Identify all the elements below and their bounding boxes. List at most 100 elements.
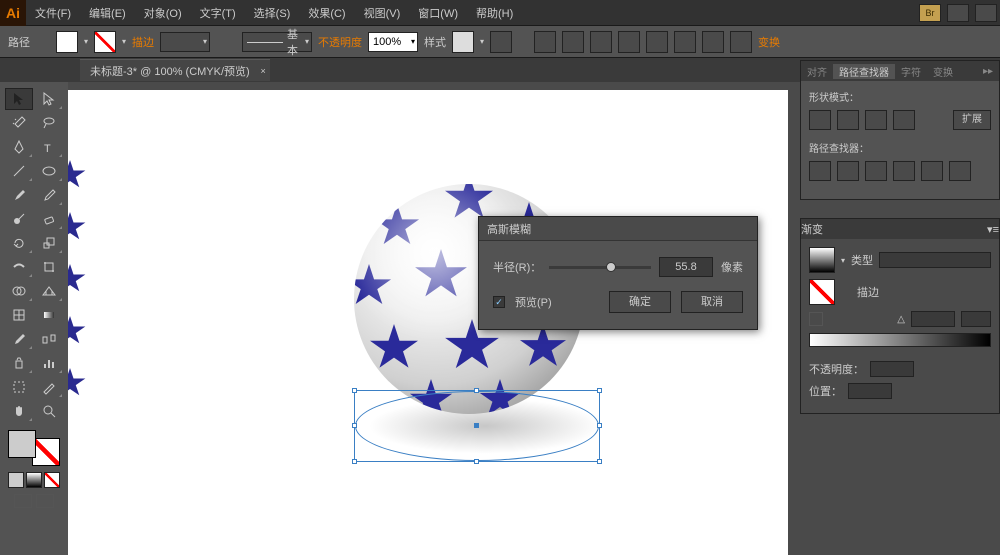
gradient-tool[interactable] [35, 304, 63, 326]
menu-type[interactable]: 文字(T) [191, 5, 245, 21]
tab-gradient[interactable]: 渐变 [801, 221, 823, 237]
zoom-tool[interactable] [35, 400, 63, 422]
pen-tool[interactable] [5, 136, 33, 158]
divide-icon[interactable] [809, 161, 831, 181]
hand-tool[interactable] [5, 400, 33, 422]
eraser-tool[interactable] [35, 208, 63, 230]
menu-effect[interactable]: 效果(C) [299, 5, 354, 21]
intersect-icon[interactable] [865, 110, 887, 130]
gradient-opacity-field[interactable] [870, 361, 914, 377]
aspect-field[interactable] [961, 311, 991, 327]
none-color-icon[interactable] [44, 472, 60, 488]
selection-tool[interactable] [5, 88, 33, 110]
tab-transform[interactable]: 变换 [927, 64, 959, 79]
menu-view[interactable]: 视图(V) [355, 5, 410, 21]
menu-window[interactable]: 窗口(W) [409, 5, 467, 21]
ok-button[interactable]: 确定 [609, 291, 671, 313]
panel-menu-icon[interactable]: ▾≡ [987, 223, 999, 236]
free-transform-tool[interactable] [35, 256, 63, 278]
minus-back-icon[interactable] [949, 161, 971, 181]
close-tab-icon[interactable]: × [260, 66, 265, 76]
align-btn-1[interactable] [534, 31, 556, 53]
graphic-style-swatch[interactable] [452, 31, 474, 53]
tab-pathfinder[interactable]: 路径查找器 [833, 64, 895, 79]
rotate-tool[interactable] [5, 232, 33, 254]
exclude-icon[interactable] [893, 110, 915, 130]
expand-button[interactable]: 扩展 [953, 110, 991, 130]
stroke-swatch[interactable] [94, 31, 116, 53]
gradient-icon[interactable] [26, 472, 42, 488]
fill-swatch[interactable] [56, 31, 78, 53]
blob-brush-tool[interactable] [5, 208, 33, 230]
align-btn-5[interactable] [646, 31, 668, 53]
align-btn-7[interactable] [702, 31, 724, 53]
selection-bounding-box[interactable] [354, 390, 600, 462]
radius-slider[interactable] [549, 266, 651, 269]
transform-link[interactable]: 变换 [758, 34, 780, 50]
pencil-tool[interactable] [35, 184, 63, 206]
artboard-tool[interactable] [5, 376, 33, 398]
reverse-gradient-icon[interactable] [809, 312, 823, 326]
line-tool[interactable] [5, 160, 33, 182]
fill-color-swatch[interactable] [8, 430, 36, 458]
mesh-tool[interactable] [5, 304, 33, 326]
symbol-sprayer-tool[interactable] [5, 352, 33, 374]
stroke-mode-1-icon[interactable] [885, 284, 903, 300]
trim-icon[interactable] [837, 161, 859, 181]
preview-checkbox[interactable]: ✓ [493, 296, 505, 308]
column-graph-tool[interactable] [35, 352, 63, 374]
stroke-color-swatch[interactable] [32, 438, 60, 466]
menu-object[interactable]: 对象(O) [135, 5, 191, 21]
align-btn-3[interactable] [590, 31, 612, 53]
recolor-icon[interactable] [490, 31, 512, 53]
crop-icon[interactable] [893, 161, 915, 181]
slider-knob[interactable] [606, 262, 616, 272]
merge-icon[interactable] [865, 161, 887, 181]
gradient-location-field[interactable] [848, 383, 892, 399]
perspective-grid-tool[interactable] [35, 280, 63, 302]
cancel-button[interactable]: 取消 [681, 291, 743, 313]
opacity-label[interactable]: 不透明度 [318, 34, 362, 50]
align-btn-6[interactable] [674, 31, 696, 53]
solid-color-icon[interactable] [8, 472, 24, 488]
scale-tool[interactable] [35, 232, 63, 254]
tab-align[interactable]: 对齐 [801, 64, 833, 79]
outline-icon[interactable] [921, 161, 943, 181]
stroke-label[interactable]: 描边 [132, 34, 154, 50]
gradient-ramp[interactable] [809, 333, 991, 347]
stroke-mode-2-icon[interactable] [909, 284, 927, 300]
paintbrush-tool[interactable] [5, 184, 33, 206]
gradient-type-dropdown[interactable] [879, 252, 991, 268]
lasso-tool[interactable] [35, 112, 63, 134]
angle-field[interactable] [911, 311, 955, 327]
align-btn-4[interactable] [618, 31, 640, 53]
align-btn-2[interactable] [562, 31, 584, 53]
slice-tool[interactable] [35, 376, 63, 398]
stroke-mode-3-icon[interactable] [933, 284, 951, 300]
gradient-stroke-swatch[interactable] [809, 279, 835, 305]
gradient-preview-swatch[interactable] [809, 247, 835, 273]
type-tool[interactable]: T [35, 136, 63, 158]
minus-front-icon[interactable] [837, 110, 859, 130]
width-tool[interactable] [5, 256, 33, 278]
menu-help[interactable]: 帮助(H) [467, 5, 522, 21]
panel-menu-icon[interactable]: ▸▸ [977, 66, 999, 77]
radius-input[interactable] [659, 257, 713, 277]
arrange-docs-icon[interactable] [947, 4, 969, 22]
tab-character[interactable]: 字符 [895, 64, 927, 79]
opacity-dropdown[interactable]: 100% [368, 32, 418, 52]
shape-builder-tool[interactable] [5, 280, 33, 302]
bridge-icon[interactable]: Br [919, 4, 941, 22]
eyedropper-tool[interactable] [5, 328, 33, 350]
menu-edit[interactable]: 编辑(E) [80, 5, 135, 21]
full-screen-icon[interactable] [36, 494, 54, 508]
menu-select[interactable]: 选择(S) [245, 5, 300, 21]
direct-selection-tool[interactable] [35, 88, 63, 110]
unite-icon[interactable] [809, 110, 831, 130]
align-btn-8[interactable] [730, 31, 752, 53]
fill-stroke-indicator[interactable] [6, 428, 62, 468]
normal-screen-icon[interactable] [14, 494, 32, 508]
document-tab[interactable]: 未标题-3* @ 100% (CMYK/预览) × [80, 59, 270, 81]
stroke-weight-dropdown[interactable] [160, 32, 210, 52]
blend-tool[interactable] [35, 328, 63, 350]
